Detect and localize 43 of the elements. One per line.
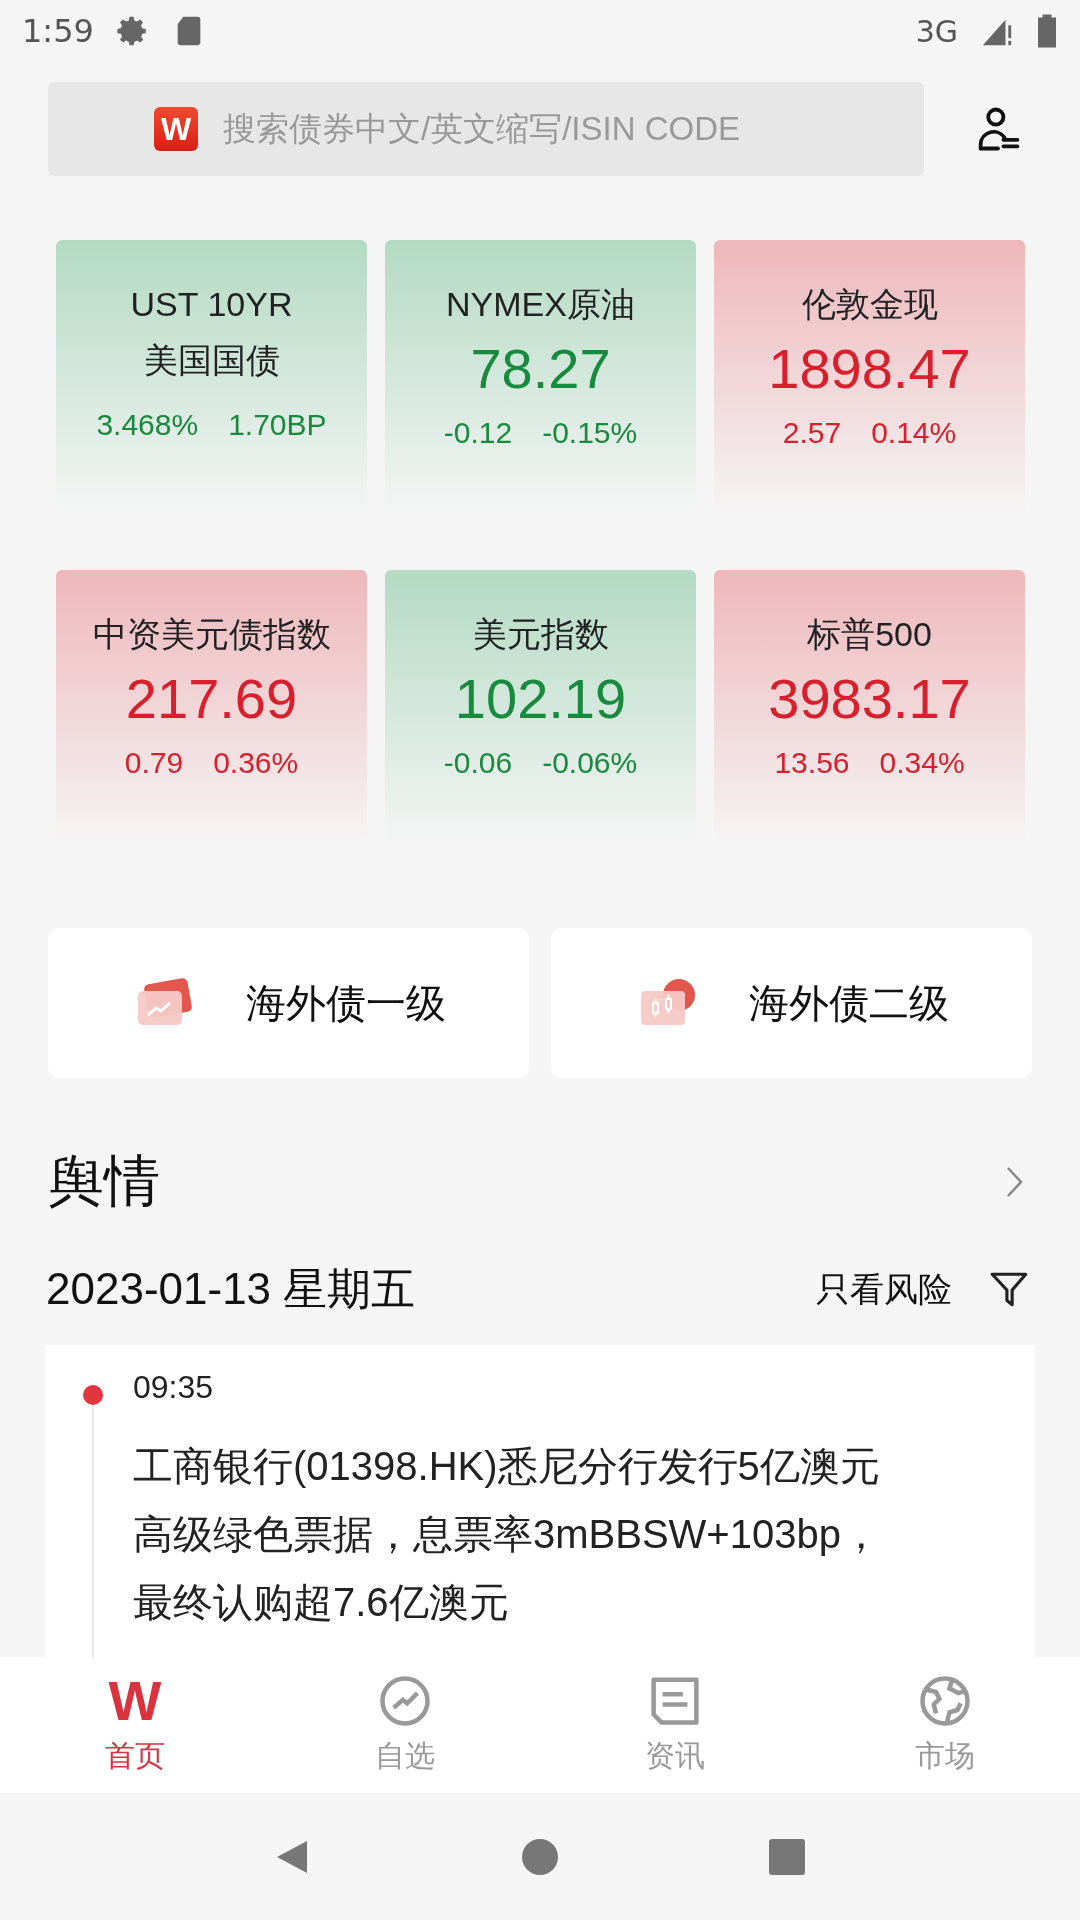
network-type: 3G (915, 13, 958, 49)
ticker-change-percent: 1.70BP (228, 408, 327, 442)
ticker-change-percent: -0.15% (542, 416, 638, 450)
news-date: 2023-01-13 星期五 (46, 1263, 416, 1315)
ticker-change: 2.57 (782, 416, 842, 450)
ticker-change: 0.79 (124, 746, 184, 780)
ticker-change: 3.468% (96, 408, 199, 442)
logo-icon: W (154, 107, 198, 151)
news-headline[interactable]: 工商银行(01398.HK)悉尼分行发行5亿澳元高级绿色票据，息票率3mBBSW+103bp，最终认购超7.6亿澳元 (133, 1432, 918, 1636)
ticker-value: 1898.47 (768, 336, 971, 402)
section-title: 舆情 (48, 1147, 160, 1215)
trend-circle-icon (378, 1673, 432, 1728)
ticker-change: 13.56 (774, 746, 850, 780)
status-time: 1:59 (22, 12, 94, 50)
ticker-value: 102.19 (454, 666, 627, 732)
ticker-title: NYMEX原油 (446, 284, 635, 325)
home-icon[interactable] (520, 1836, 560, 1877)
battery-icon (1036, 13, 1058, 49)
shortcut-button[interactable]: 海外债一级 (48, 928, 529, 1078)
ticker-change-percent: 0.34% (879, 746, 965, 780)
news-time: 09:35 (133, 1369, 215, 1406)
chevron-right-icon[interactable] (1005, 1165, 1025, 1199)
recents-icon[interactable] (766, 1836, 807, 1877)
ticker-title: 标普500 (807, 614, 932, 655)
ticker-title: 中资美元债指数 (92, 614, 331, 655)
timeline-dot (83, 1385, 103, 1405)
nav-tab[interactable]: W 首页 (0, 1657, 270, 1793)
logo-icon: W (108, 1673, 162, 1728)
ticker-title: 美国国债 (143, 340, 280, 381)
ticker-value: 78.27 (470, 336, 611, 402)
risk-filter-link[interactable]: 只看风险 (816, 1266, 952, 1313)
ticker-value: 217.69 (125, 666, 298, 732)
ticker-value: 3983.17 (768, 666, 971, 732)
globe-icon (918, 1673, 972, 1728)
ticker-change: -0.06 (443, 746, 513, 780)
shortcut-button[interactable]: 海外债二级 (551, 928, 1032, 1078)
ticker-change-percent: 0.36% (213, 746, 299, 780)
ticker-change-percent: -0.06% (542, 746, 638, 780)
ticker-title: 伦敦金现 (801, 284, 938, 325)
ticker-change-percent: 0.14% (871, 416, 957, 450)
ticker-title: 美元指数 (472, 614, 609, 655)
ticker-change: -0.12 (443, 416, 513, 450)
ticker-title: UST 10YR (130, 284, 293, 325)
